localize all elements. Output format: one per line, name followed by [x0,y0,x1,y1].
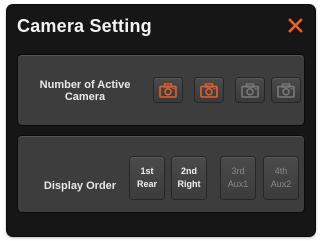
camera-toggle-4[interactable] [272,78,300,102]
slot-order: 4th [274,166,288,176]
slot-position: Right [177,179,201,189]
dialog-title: Camera Setting [17,16,152,36]
display-order-slot-2[interactable]: 2nd Right [172,157,206,199]
display-order-label: Display Order [43,180,117,192]
display-order-panel: Display Order 1st Rear 2nd Right 3rd Aux… [18,136,304,212]
camera-toggle-1[interactable] [154,78,182,102]
camera-icon [277,82,295,98]
slot-order: 2nd [180,166,197,176]
camera-icon [200,82,218,98]
active-cameras-panel: Number of Active Camera [18,55,304,125]
camera-toggle-2[interactable] [195,78,223,102]
display-order-slot-3[interactable]: 3rd Aux1 [221,157,255,199]
camera-toggle-3[interactable] [236,78,264,102]
slot-order: 1st [140,166,154,176]
camera-icon [159,82,177,98]
active-cameras-label: Number of Active Camera [39,79,131,103]
camera-setting-dialog: Camera Setting Number of Active Camera D… [7,5,315,236]
slot-position: Aux2 [270,179,292,189]
slot-order: 3rd [231,166,245,176]
slot-position: Aux1 [227,179,249,189]
display-order-slot-1[interactable]: 1st Rear [130,157,164,199]
close-icon[interactable] [288,18,303,33]
camera-icon [241,82,259,98]
slot-position: Rear [136,179,157,189]
display-order-slot-4[interactable]: 4th Aux2 [264,157,298,199]
